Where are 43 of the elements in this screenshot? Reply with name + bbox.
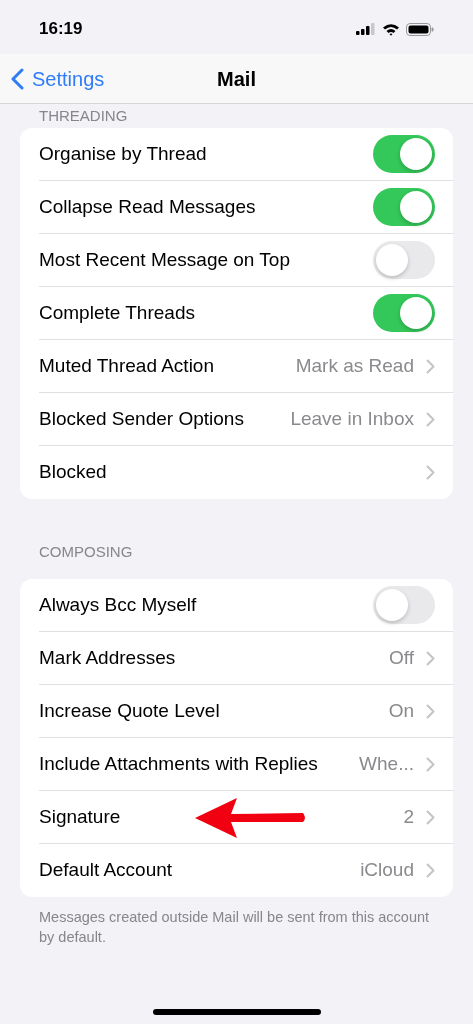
row-label: Complete Threads bbox=[39, 300, 195, 325]
toggle-switch[interactable] bbox=[373, 188, 435, 226]
row-label: Collapse Read Messages bbox=[39, 194, 256, 219]
battery-icon bbox=[406, 22, 434, 36]
row-value: Whe... bbox=[359, 751, 414, 776]
row-value: Off bbox=[389, 645, 414, 670]
row-label: Signature bbox=[39, 804, 121, 829]
row-label: Blocked Sender Options bbox=[39, 406, 244, 431]
signal-icon bbox=[356, 23, 376, 35]
status-time: 16:19 bbox=[39, 18, 83, 41]
chevron-icon bbox=[426, 411, 435, 427]
row-value: Mark as Read bbox=[295, 353, 414, 378]
section-footer: Messages created outside Mail will be sent from this account by default. bbox=[0, 897, 473, 947]
row-label: Always Bcc Myself bbox=[39, 592, 197, 617]
row-value: iCloud bbox=[360, 858, 414, 883]
toggle-switch[interactable] bbox=[373, 241, 435, 279]
row-label: Increase Quote Level bbox=[39, 698, 220, 723]
section-header: THREADING bbox=[38, 106, 129, 126]
wifi-icon bbox=[382, 22, 400, 36]
chevron-icon bbox=[426, 863, 435, 878]
chevron-icon bbox=[426, 358, 435, 374]
toggle-switch[interactable] bbox=[373, 294, 435, 332]
nav-title: Mail bbox=[217, 66, 256, 92]
row-label: Blocked bbox=[39, 460, 107, 485]
back-button[interactable]: Settings bbox=[0, 63, 105, 94]
chevron-icon bbox=[426, 756, 435, 772]
row-value: On bbox=[388, 698, 414, 723]
back-chevron-icon bbox=[11, 67, 24, 90]
toggle-switch[interactable] bbox=[373, 586, 435, 624]
chevron-icon bbox=[426, 703, 435, 719]
row-label: Default Account bbox=[39, 858, 173, 883]
chevron-icon bbox=[426, 650, 435, 666]
row-label: Include Attachments with Replies bbox=[39, 751, 318, 776]
chevron-icon bbox=[426, 465, 435, 480]
chevron-icon bbox=[426, 809, 435, 825]
toggle-switch[interactable] bbox=[373, 135, 435, 173]
section-header: COMPOSING bbox=[38, 543, 134, 562]
row-value: Leave in Inbox bbox=[290, 406, 414, 431]
row-label: Organise by Thread bbox=[39, 141, 207, 166]
row-label: Muted Thread Action bbox=[39, 353, 214, 378]
row-label: Mark Addresses bbox=[39, 645, 176, 670]
row-value: 2 bbox=[403, 804, 414, 829]
row-label: Most Recent Message on Top bbox=[39, 247, 290, 272]
